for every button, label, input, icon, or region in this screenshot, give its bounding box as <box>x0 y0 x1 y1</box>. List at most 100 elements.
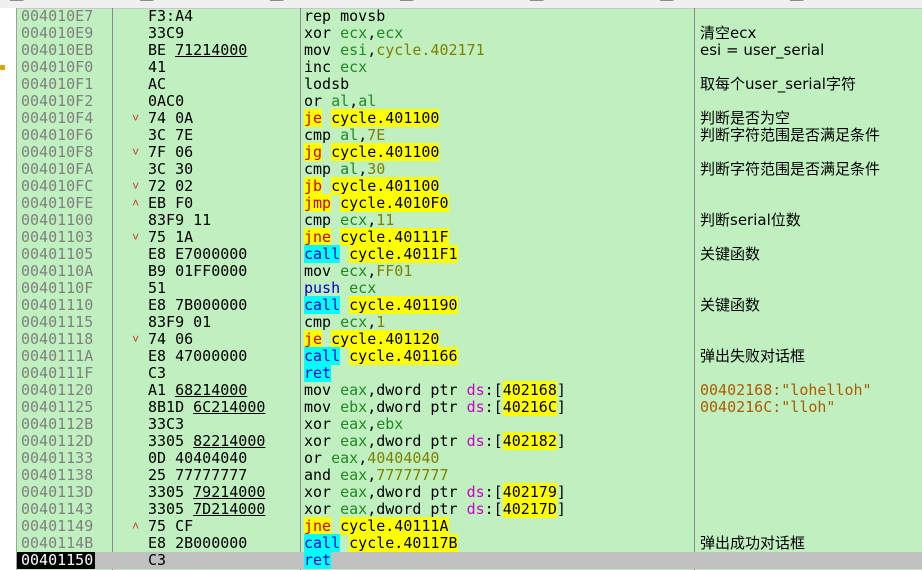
disasm-row[interactable]: 00401110 E8 7B000000 call cycle.401190 关键函数 <box>17 296 922 314</box>
disasm-row[interactable]: 0040110A B9 01FF0000 mov ecx,FF01 <box>17 263 922 280</box>
instruction-token: dword ptr <box>376 381 467 399</box>
instruction-token[interactable]: 402179 <box>502 483 557 501</box>
breakpoint-gutter[interactable] <box>0 8 17 570</box>
instruction-token: ds <box>466 381 485 399</box>
instruction-token: , <box>367 500 377 518</box>
disasm-row[interactable]: 004010E9 33C9 xor ecx,ecx 清空ecx <box>17 25 922 42</box>
instruction-token: ] <box>556 483 566 501</box>
instruction-token: , <box>367 41 377 59</box>
instruction-token: , <box>349 92 359 110</box>
opcode-bytes: BE 71214000 <box>148 41 248 59</box>
instruction-token: ret <box>304 364 332 382</box>
address-cell: 00401103 <box>21 228 94 246</box>
disasm-row[interactable]: 00401120 A1 68214000 mov eax,dword ptr ds:… <box>17 381 922 399</box>
toolbar-item[interactable]: ── <box>790 0 803 7</box>
comment: 关键函数 <box>700 245 761 263</box>
instruction-token[interactable]: cycle.401120 <box>331 330 440 348</box>
opcode-bytes: 8B1D 6C214000 <box>148 398 266 416</box>
disasm-row[interactable]: 004010F0 41 inc ecx <box>17 59 922 76</box>
disasm-row[interactable]: 0040111F C3 ret <box>17 364 922 382</box>
disasm-row[interactable]: 00401118 ˅ 74 06 je cycle.401120 <box>17 330 922 348</box>
address-reference[interactable]: 7D214000 <box>193 500 265 518</box>
instruction-token[interactable]: 40217D <box>502 500 557 518</box>
disasm-row[interactable]: 00401133 0D 40404040 or eax,40404040 <box>17 450 922 467</box>
toolbar-item[interactable]: ── <box>10 0 23 7</box>
instruction-token: al <box>358 92 377 110</box>
disasm-row[interactable]: 00401105 E8 E7000000 call cycle.4011F1 关键函数 <box>17 245 922 263</box>
disasm-row[interactable]: 0040112B 33C3 xor eax,ebx <box>17 416 922 433</box>
instruction-token[interactable]: cycle.40111F <box>340 228 449 246</box>
instruction-token: je <box>304 109 323 127</box>
disasm-row[interactable]: 0040112D 3305 82214000 xor eax,dword ptr d… <box>17 432 922 450</box>
comment: 关键函数 <box>700 296 761 314</box>
address-reference[interactable]: 68214000 <box>175 381 247 399</box>
toolbar-item[interactable]: ── <box>530 0 543 7</box>
address-reference[interactable]: 71214000 <box>175 41 247 59</box>
disasm-row[interactable]: 0040114B E8 2B000000 call cycle.40117B 弹出成功… <box>17 534 922 552</box>
disasm-row[interactable]: 0040111A E8 47000000 call cycle.401166 弹出失败… <box>17 347 922 365</box>
instruction-token[interactable]: cycle.4010F0 <box>340 194 449 212</box>
instruction-token: and <box>304 466 341 484</box>
instruction-token: eax <box>340 500 368 518</box>
instruction-token: call <box>304 245 341 263</box>
disasm-row[interactable]: 00401143 3305 7D214000 xor eax,dword ptr d… <box>17 500 922 518</box>
instruction-token[interactable]: cycle.40111A <box>340 517 449 535</box>
disasm-row[interactable]: 00401125 8B1D 6C214000 mov ebx,dword ptr d… <box>17 398 922 416</box>
instruction-token: push <box>304 279 350 297</box>
instruction-token[interactable]: 402182 <box>502 432 557 450</box>
address-cell: 004010FE <box>21 194 94 212</box>
toolbar-item[interactable]: ── <box>270 0 283 7</box>
disasm-row[interactable]: 00401100 83F9 11 cmp ecx,11 判断serial位数 <box>17 212 922 229</box>
instruction-token[interactable]: cycle.401166 <box>349 347 458 365</box>
address-cell: 004010F1 <box>21 75 94 93</box>
toolbar-item[interactable]: ── <box>660 0 673 7</box>
instruction: jne cycle.40111A <box>304 517 449 535</box>
address-cell: 00401138 <box>21 466 94 484</box>
address-cell: 00401120 <box>21 381 94 399</box>
address-cell: 004010F0 <box>21 58 94 76</box>
address-reference[interactable]: 6C214000 <box>193 398 265 416</box>
instruction-token: ecx <box>340 313 368 331</box>
instruction-token: ecx <box>349 279 377 297</box>
disasm-row[interactable]: 004010E7 F3:A4 rep movsb <box>17 8 922 25</box>
toolbar-item[interactable]: ── <box>140 0 153 7</box>
disasm-row[interactable]: 004010F4 ˅ 74 0A je cycle.401100 判断是否为空 <box>17 109 922 127</box>
disasm-row[interactable]: 004010FC ˅ 72 02 jb cycle.401100 <box>17 177 922 195</box>
disasm-row[interactable]: 004010F1 AC lodsb 取每个user_serial字符 <box>17 76 922 93</box>
instruction-token: jne <box>304 228 332 246</box>
disasm-row[interactable]: 004010FE ˄ EB F0 jmp cycle.4010F0 <box>17 194 922 212</box>
address-cell: 004010EB <box>21 41 94 59</box>
disasm-row[interactable]: 00401103 ˅ 75 1A jne cycle.40111F <box>17 228 922 246</box>
disasm-row[interactable]: 0040113D 3305 79214000 xor eax,dword ptr d… <box>17 483 922 501</box>
instruction-token[interactable]: cycle.401190 <box>349 296 458 314</box>
instruction-token: cmp <box>304 313 341 331</box>
instruction-token[interactable]: cycle.401100 <box>331 177 440 195</box>
disasm-row[interactable]: 00401149 ˄ 75 CF jne cycle.40111A <box>17 517 922 535</box>
disasm-row[interactable]: 004010F2 0AC0 or al,al <box>17 93 922 110</box>
instruction-token[interactable]: 40216C <box>502 398 557 416</box>
jump-down-icon: ˅ <box>132 145 140 159</box>
opcode-bytes: 83F9 11 <box>148 211 212 229</box>
instruction-token[interactable]: cycle.4011F1 <box>349 245 458 263</box>
instruction: ret <box>304 551 332 569</box>
instruction-token[interactable]: cycle.401100 <box>331 143 440 161</box>
instruction-token: jmp <box>304 194 332 212</box>
disasm-row[interactable]: 004010FA 3C 30 cmp al,30 判断字符范围是否满足条件 <box>17 161 922 178</box>
disasm-row[interactable]: 0040110F 51 push ecx <box>17 280 922 297</box>
address-reference[interactable]: 79214000 <box>193 483 265 501</box>
disasm-row[interactable]: 00401115 83F9 01 cmp ecx,1 <box>17 314 922 331</box>
address-cell: 00401125 <box>21 398 94 416</box>
toolbar-item[interactable]: ── <box>400 0 413 7</box>
address-reference[interactable]: 82214000 <box>193 432 265 450</box>
disasm-row[interactable]: 004010F6 3C 7E cmp al,7E 判断字符范围是否满足条件 <box>17 127 922 144</box>
disasm-row[interactable]: 004010EB BE 71214000 mov esi,cycle.402171 e… <box>17 42 922 59</box>
disasm-row[interactable]: 00401150 C3 ret <box>17 551 922 569</box>
instruction-token[interactable]: cycle.40117B <box>349 534 458 552</box>
address-cell: 0040112D <box>21 432 94 450</box>
instruction: or eax,40404040 <box>304 450 439 467</box>
disasm-row[interactable]: 004010F8 ˅ 7F 06 jg cycle.401100 <box>17 143 922 161</box>
instruction-token[interactable]: cycle.401100 <box>331 109 440 127</box>
disasm-row[interactable]: 00401138 25 77777777 and eax,77777777 <box>17 467 922 484</box>
instruction: call cycle.401166 <box>304 347 458 365</box>
instruction-token[interactable]: 402168 <box>502 381 557 399</box>
